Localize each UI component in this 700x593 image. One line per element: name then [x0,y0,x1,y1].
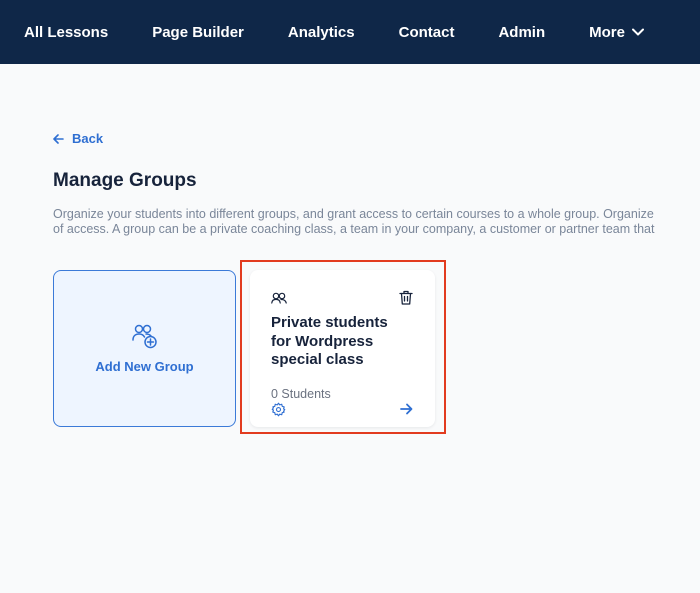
add-new-group-label: Add New Group [95,359,194,374]
group-name: Private students for Wordpress special c… [271,314,388,368]
nav-item-admin[interactable]: Admin [498,24,545,41]
page-description: Organize your students into different gr… [53,207,700,237]
top-navigation: All Lessons Page Builder Analytics Conta… [0,0,700,64]
gear-icon[interactable] [271,402,286,417]
arrow-right-icon[interactable] [400,403,413,415]
back-link[interactable]: Back [53,131,103,146]
trash-icon[interactable] [399,290,413,305]
description-line-1: Organize your students into different gr… [53,207,654,221]
users-icon [271,292,287,304]
group-student-count: 0 Students [271,387,331,401]
nav-item-more[interactable]: More [589,24,644,41]
nav-item-analytics[interactable]: Analytics [288,24,355,41]
nav-item-page-builder[interactable]: Page Builder [152,24,244,41]
description-line-2: of access. A group can be a private coac… [53,222,655,236]
nav-more-label: More [589,23,625,41]
back-label: Back [72,131,104,146]
arrow-left-icon [53,133,64,144]
add-new-group-card[interactable]: Add New Group [53,270,236,427]
add-users-icon [131,324,157,349]
page-title: Manage Groups [53,170,197,191]
chevron-down-icon [631,28,644,36]
group-card[interactable]: Private students for Wordpress special c… [250,270,435,427]
nav-item-all-lessons[interactable]: All Lessons [24,24,108,41]
nav-item-contact[interactable]: Contact [399,24,455,41]
